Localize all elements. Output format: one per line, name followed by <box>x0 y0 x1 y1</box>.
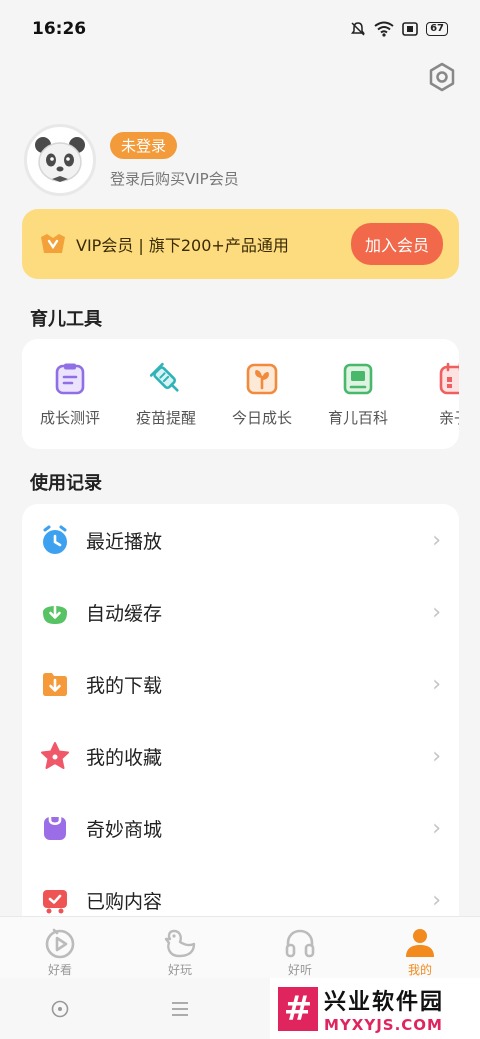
tab-mine[interactable]: 我的 <box>360 917 480 978</box>
clipboard-icon <box>52 361 88 397</box>
clock-icon <box>40 525 70 555</box>
star-icon <box>40 741 70 771</box>
join-vip-button[interactable]: 加入会员 <box>350 223 443 265</box>
tab-label: 我的 <box>407 963 432 977</box>
tab-watch[interactable]: 好看 <box>0 917 120 978</box>
vip-crown-icon <box>41 234 65 253</box>
mute-icon <box>351 22 366 36</box>
avatar[interactable] <box>24 124 96 196</box>
record-label: 自动缓存 <box>86 602 163 625</box>
tool-growth-assessment[interactable]: 成长测评 <box>22 361 118 428</box>
tool-label: 成长测评 <box>39 409 100 427</box>
record-item-recent-plays[interactable]: 最近播放 › <box>22 504 459 576</box>
tab-play[interactable]: 好玩 <box>120 917 240 978</box>
chevron-right-icon: › <box>432 671 441 697</box>
profile-section[interactable]: 未登录 登录后购买VIP会员 <box>24 124 239 196</box>
record-label: 最近播放 <box>86 530 163 553</box>
chevron-right-icon: › <box>432 743 441 769</box>
tools-card: 成长测评 疫苗提醒 今日成长 育儿百科 亲子 <box>22 339 459 449</box>
login-hint: 登录后购买VIP会员 <box>110 169 239 188</box>
chevron-right-icon: › <box>432 599 441 625</box>
status-time: 16:26 <box>32 19 87 39</box>
settings-icon[interactable] <box>425 60 459 94</box>
tab-label: 好听 <box>287 963 312 977</box>
nav-menu-button[interactable] <box>120 1000 240 1018</box>
wifi-icon <box>374 21 394 37</box>
tool-daily-growth[interactable]: 今日成长 <box>214 361 310 428</box>
record-label: 我的收藏 <box>86 746 163 769</box>
folder-download-icon <box>40 669 70 699</box>
tool-vaccine-reminder[interactable]: 疫苗提醒 <box>118 361 214 428</box>
calendar-icon <box>436 361 459 397</box>
login-status-badge[interactable]: 未登录 <box>110 131 178 159</box>
headphones-icon <box>285 929 315 958</box>
tool-label: 亲子 <box>438 409 459 427</box>
status-bar: 16:26 67 <box>0 0 480 58</box>
record-item-my-downloads[interactable]: 我的下载 › <box>22 648 459 720</box>
sprout-icon <box>244 361 280 397</box>
chevron-right-icon: › <box>432 887 441 913</box>
syringe-icon <box>148 361 184 397</box>
records-section-title: 使用记录 <box>30 473 102 494</box>
nav-assist-button[interactable] <box>0 999 120 1019</box>
vip-description: VIP会员 | 旗下200+产品通用 <box>76 236 289 255</box>
shopping-bag-icon <box>40 813 70 843</box>
tool-parent-child[interactable]: 亲子 <box>406 361 459 428</box>
tab-listen[interactable]: 好听 <box>240 917 360 978</box>
circle-dot-icon <box>51 1000 69 1017</box>
tab-label: 好看 <box>47 963 72 977</box>
record-label: 已购内容 <box>86 890 163 913</box>
record-item-wonder-mall[interactable]: 奇妙商城 › <box>22 792 459 864</box>
chevron-right-icon: › <box>432 527 441 553</box>
menu-icon <box>172 1001 188 1016</box>
tool-label: 疫苗提醒 <box>135 409 196 427</box>
watermark-title: 兴业软件园 <box>324 989 445 1015</box>
record-label: 我的下载 <box>86 674 163 697</box>
status-icons: 67 <box>350 21 448 37</box>
cart-icon <box>40 885 70 915</box>
play-icon <box>45 928 75 959</box>
record-label: 奇妙商城 <box>86 818 163 841</box>
bottom-tab-bar: 好看 好玩 好听 我的 <box>0 916 480 978</box>
tool-parenting-encyclopedia[interactable]: 育儿百科 <box>310 361 406 428</box>
duck-icon <box>164 929 196 958</box>
book-icon <box>340 361 376 397</box>
battery-indicator: 67 <box>426 22 448 36</box>
tab-label: 好玩 <box>167 963 192 977</box>
tool-label: 育儿百科 <box>327 409 388 427</box>
record-item-auto-cache[interactable]: 自动缓存 › <box>22 576 459 648</box>
watermark-url: MYXYJS.COM <box>324 1015 443 1034</box>
panda-avatar-icon <box>35 137 85 182</box>
cache-download-icon <box>40 597 70 627</box>
records-card: 最近播放 › 自动缓存 › 我的下载 › 我的收藏 › 奇妙商城 › 已购内容 … <box>22 504 459 944</box>
site-watermark: # 兴业软件园 MYXYJS.COM <box>270 978 480 1039</box>
record-item-my-favorites[interactable]: 我的收藏 › <box>22 720 459 792</box>
person-icon <box>406 929 434 957</box>
chevron-right-icon: › <box>432 815 441 841</box>
watermark-logo: # <box>278 986 318 1031</box>
nfc-icon <box>402 22 418 36</box>
tool-label: 今日成长 <box>231 409 292 427</box>
vip-banner[interactable]: VIP会员 | 旗下200+产品通用 加入会员 <box>22 209 459 279</box>
tools-section-title: 育儿工具 <box>30 309 102 330</box>
